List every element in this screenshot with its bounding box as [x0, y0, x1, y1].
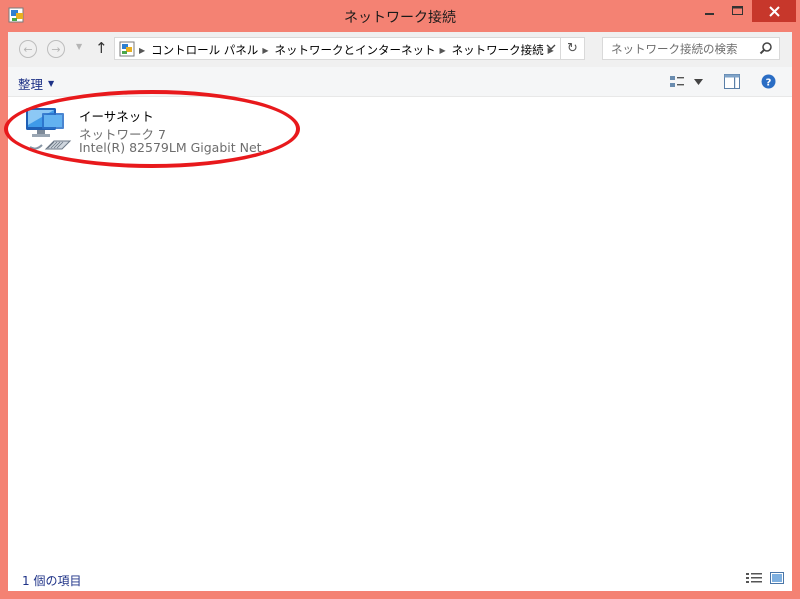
svg-text:?: ?: [766, 78, 772, 89]
breadcrumb-network-connections[interactable]: ネットワーク接続: [452, 42, 544, 58]
breadcrumb-network-internet[interactable]: ネットワークとインターネット: [274, 42, 435, 58]
forward-button[interactable]: →: [47, 40, 65, 58]
preview-pane-icon[interactable]: [724, 74, 740, 89]
explorer-window: ネットワーク接続 ← → ▼ ↑ ▶ コントロール パネル ▶ ネットワークとイ…: [0, 0, 800, 599]
refresh-button[interactable]: ↻: [561, 37, 585, 60]
ethernet-adapter-icon: [26, 108, 72, 150]
search-input[interactable]: [603, 38, 761, 59]
back-button[interactable]: ←: [19, 40, 37, 58]
command-bar: 整理 ▼ ?: [8, 67, 792, 97]
window-title: ネットワーク接続: [344, 10, 456, 26]
search-box[interactable]: [602, 37, 780, 60]
help-icon[interactable]: ?: [761, 74, 776, 89]
search-icon[interactable]: [759, 41, 773, 55]
address-bar[interactable]: ▶ コントロール パネル ▶ ネットワークとインターネット ▶ ネットワーク接続…: [114, 37, 561, 60]
up-button[interactable]: ↑: [95, 39, 108, 57]
breadcrumb-control-panel[interactable]: コントロール パネル: [151, 42, 258, 58]
breadcrumb: ▶ コントロール パネル ▶ ネットワークとインターネット ▶ ネットワーク接続…: [139, 42, 560, 58]
chevron-down-icon: ▼: [48, 79, 55, 88]
breadcrumb-separator-icon[interactable]: ▶: [262, 46, 268, 55]
recent-locations-button[interactable]: ▼: [76, 42, 82, 51]
maximize-icon: [731, 6, 743, 15]
chevron-down-icon: [546, 44, 556, 50]
connection-adapter: Intel(R) 82579LM Gigabit Net...: [79, 140, 274, 155]
breadcrumb-separator-icon[interactable]: ▶: [439, 46, 445, 55]
chevron-down-icon: ▼: [76, 42, 83, 51]
connection-name: イーサネット: [79, 109, 154, 124]
organize-button[interactable]: 整理 ▼: [18, 74, 54, 93]
back-arrow-icon: ←: [23, 42, 33, 56]
up-arrow-icon: ↑: [95, 39, 108, 57]
forward-arrow-icon: →: [51, 42, 61, 56]
minimize-button[interactable]: [696, 0, 724, 22]
item-count: 1 個の項目: [22, 574, 82, 588]
maximize-button[interactable]: [724, 0, 750, 22]
minimize-icon: [705, 13, 714, 15]
control-panel-icon: [119, 41, 135, 57]
address-history-dropdown[interactable]: [546, 41, 556, 54]
breadcrumb-separator-icon[interactable]: ▶: [139, 46, 145, 55]
status-bar: 1 個の項目: [8, 566, 792, 591]
details-view-icon[interactable]: [746, 572, 762, 584]
close-button[interactable]: [752, 0, 796, 22]
navigation-bar: ← → ▼ ↑ ▶ コントロール パネル ▶ ネットワークとインターネット ▶ …: [8, 32, 792, 67]
large-icons-view-icon[interactable]: [770, 572, 784, 584]
refresh-icon: ↻: [567, 41, 578, 56]
connection-item-ethernet[interactable]: イーサネット ネットワーク 7 Intel(R) 82579LM Gigabit…: [16, 102, 286, 158]
change-view-icon[interactable]: [669, 74, 685, 90]
organize-label: 整理: [18, 77, 44, 92]
title-bar[interactable]: ネットワーク接続: [0, 0, 800, 32]
close-icon: [768, 5, 780, 17]
view-options-chevron-icon[interactable]: [694, 79, 703, 85]
window-content: ← → ▼ ↑ ▶ コントロール パネル ▶ ネットワークとインターネット ▶ …: [4, 32, 792, 591]
